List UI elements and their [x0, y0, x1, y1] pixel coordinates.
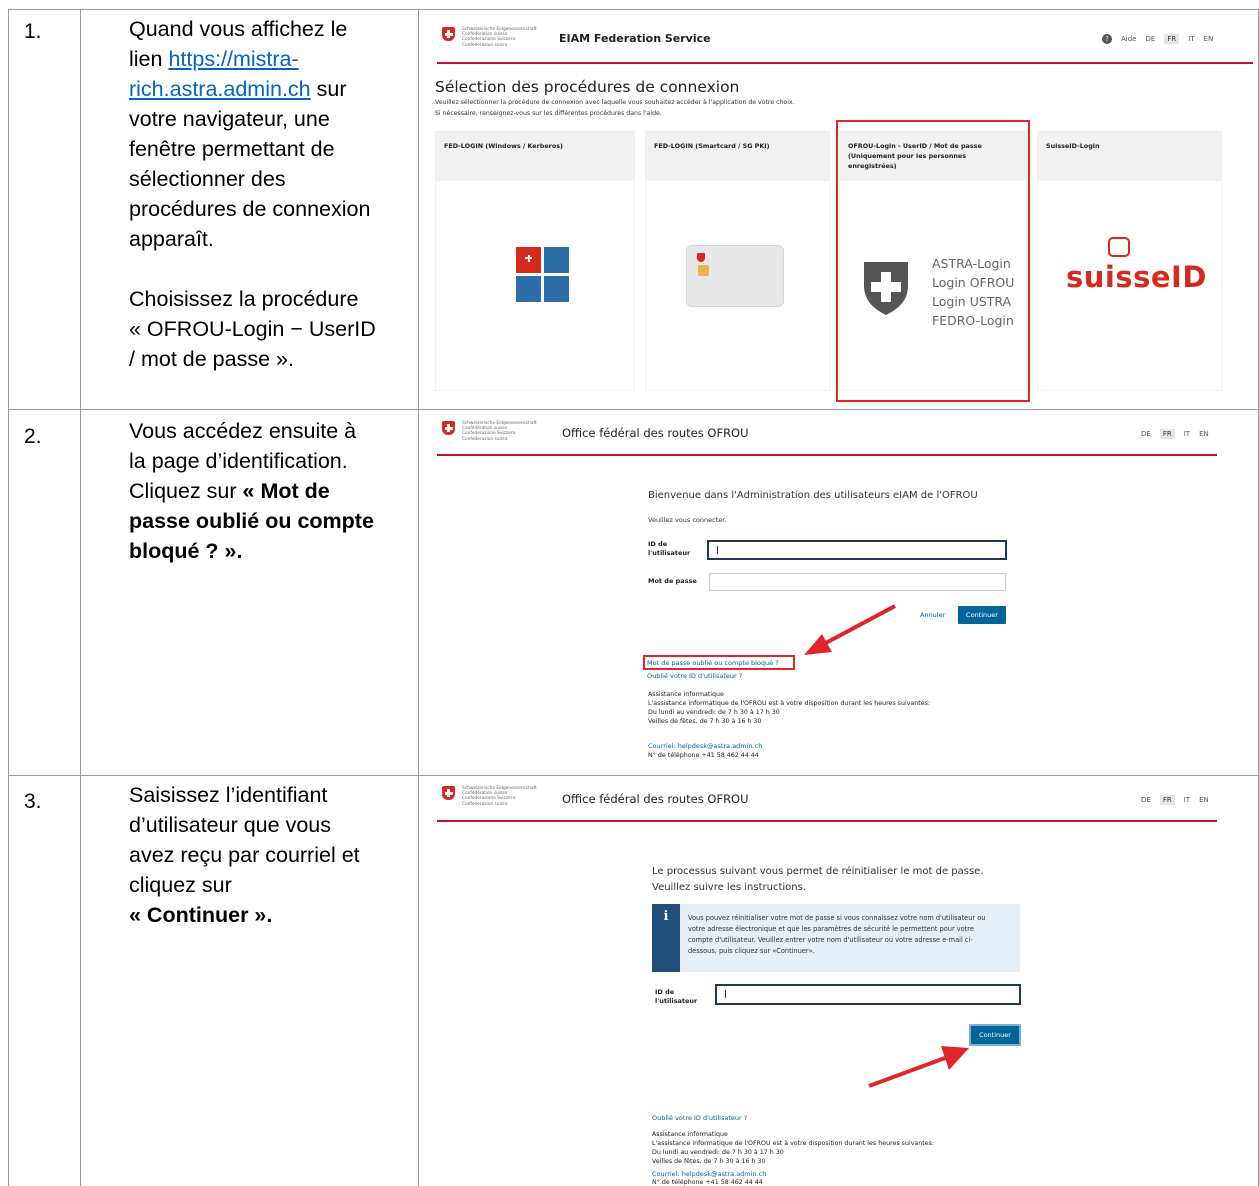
lang-de[interactable]: DE	[1141, 430, 1151, 438]
federal-logo: Schweizerische Eidgenossenschaft Confédér…	[442, 27, 537, 48]
suisseid-logo: suisseID	[1066, 260, 1207, 294]
lang-it[interactable]: IT	[1184, 430, 1190, 438]
step-1-instructions: Quand vous affichez le lien https://mist…	[129, 17, 376, 371]
step-number: 2.	[24, 425, 42, 448]
lang-it[interactable]: IT	[1188, 35, 1194, 43]
support-phone: N° de téléphone +41 58 462 44 44	[648, 752, 759, 759]
red-arrow-icon	[868, 1046, 969, 1088]
card-smartcard-pki[interactable]: FED-LOGIN (Smartcard / SG PKI)	[645, 131, 830, 391]
windows-logo-icon	[516, 247, 570, 303]
screenshot-login-selection: Schweizerische Eidgenossenschaft Confédér…	[425, 14, 1253, 404]
reset-intro: Le processus suivant vous permet de réin…	[652, 866, 984, 893]
support-info: Assistance informatique L'assistance inf…	[652, 1131, 935, 1165]
office-title: Office fédéral des routes OFROU	[562, 426, 749, 440]
table-border-left	[8, 9, 9, 1186]
card-windows-kerberos[interactable]: FED-LOGIN (Windows / Kerberos)	[435, 131, 635, 391]
language-switcher: ? Aide DE FR IT EN	[1102, 34, 1213, 44]
step-number: 3.	[24, 790, 42, 813]
table-col-divider-2	[418, 9, 419, 1186]
welcome-heading: Bienvenue dans l'Administration des util…	[648, 490, 978, 501]
lang-it[interactable]: IT	[1184, 796, 1190, 804]
header-rule	[437, 454, 1217, 456]
smartcard-icon	[686, 245, 784, 307]
table-row-divider-1	[8, 409, 1259, 410]
screenshot-identification: Schweizerische Eidgenossenschaft Confédér…	[425, 414, 1253, 770]
lang-en[interactable]: EN	[1199, 430, 1209, 438]
userid-input[interactable]	[707, 540, 1007, 560]
lang-de[interactable]: DE	[1145, 35, 1155, 43]
lang-fr[interactable]: FR	[1164, 34, 1180, 44]
support-phone: N° de téléphone +41 58 462 44 44	[652, 1179, 763, 1186]
header-rule	[437, 820, 1217, 822]
mistra-link-cont[interactable]: rich.astra.admin.ch	[129, 77, 311, 101]
language-switcher: DE FR IT EN	[1141, 429, 1209, 439]
forgot-userid-link[interactable]: Oublié votre ID d'utilisateur ?	[652, 1114, 747, 1122]
page-title: Sélection des procédures de connexion	[435, 78, 740, 96]
userid-label: ID de l'utilisateur	[655, 988, 698, 1005]
cancel-link[interactable]: Annuler	[920, 611, 945, 619]
support-email-link[interactable]: Courriel: helpdesk@astra.admin.ch	[652, 1170, 766, 1178]
swiss-cross-icon	[442, 27, 455, 41]
help-link[interactable]: Aide	[1121, 35, 1136, 43]
table-border-top	[8, 9, 1259, 10]
lang-fr[interactable]: FR	[1159, 795, 1175, 805]
support-info: Assistance informatique L'assistance inf…	[648, 691, 931, 725]
card-suisseid[interactable]: SuisseID-Login suisseID	[1037, 131, 1222, 391]
lang-en[interactable]: EN	[1204, 35, 1214, 43]
screenshot-reset-password: Schweizerische Eidgenossenschaft Confédér…	[425, 780, 1253, 1186]
continue-button[interactable]: Continuer	[958, 606, 1006, 624]
help-icon[interactable]: ?	[1102, 34, 1112, 44]
federal-logo: Schweizerische Eidgenossenschaft Confédér…	[442, 786, 537, 807]
federal-logo: Schweizerische Eidgenossenschaft Confédér…	[442, 421, 537, 442]
step-number: 1.	[24, 20, 42, 43]
connect-prompt: Veuillez vous connecter.	[648, 516, 727, 524]
info-box: i Vous pouvez réinitialiser votre mot de…	[652, 904, 1020, 972]
swiss-cross-icon	[442, 421, 455, 435]
password-label: Mot de passe	[648, 577, 697, 585]
userid-input[interactable]	[715, 984, 1021, 1005]
language-switcher: DE FR IT EN	[1141, 795, 1209, 805]
office-title: Office fédéral des routes OFROU	[562, 792, 749, 806]
red-arrow-icon	[804, 604, 896, 655]
page-subtitle-1: Veuillez sélectionner la procédure de co…	[435, 99, 795, 106]
lang-de[interactable]: DE	[1141, 796, 1151, 804]
lang-fr[interactable]: FR	[1159, 429, 1175, 439]
step-2-instructions: Vous accédez ensuite à la page d’identif…	[129, 419, 374, 563]
mistra-link[interactable]: https://mistra-	[168, 47, 298, 71]
swiss-cross-icon	[442, 786, 455, 800]
highlight-ofrou-card	[836, 120, 1030, 402]
userid-label: ID de l'utilisateur	[648, 540, 691, 557]
forgot-userid-link[interactable]: Oublié votre ID d'utilisateur ?	[647, 672, 742, 680]
support-email-link[interactable]: Courriel: helpdesk@astra.admin.ch	[648, 742, 762, 750]
forgot-password-link[interactable]: Mot de passe oublié ou compte bloqué ?	[647, 659, 779, 667]
continue-button[interactable]: Continuer	[969, 1024, 1021, 1046]
table-col-divider-1	[80, 9, 81, 1186]
page-subtitle-2: Si nécessaire, renseignez-vous sur les d…	[435, 110, 662, 117]
suisseid-chip-icon	[1108, 237, 1130, 257]
info-icon: i	[652, 904, 680, 972]
header-rule	[437, 62, 1253, 64]
app-title: EIAM Federation Service	[559, 32, 711, 45]
table-row-divider-2	[8, 775, 1259, 776]
lang-en[interactable]: EN	[1199, 796, 1209, 804]
step-3-instructions: Saisissez l’identifiant d’utilisateur qu…	[129, 783, 360, 927]
password-input[interactable]	[709, 573, 1006, 591]
